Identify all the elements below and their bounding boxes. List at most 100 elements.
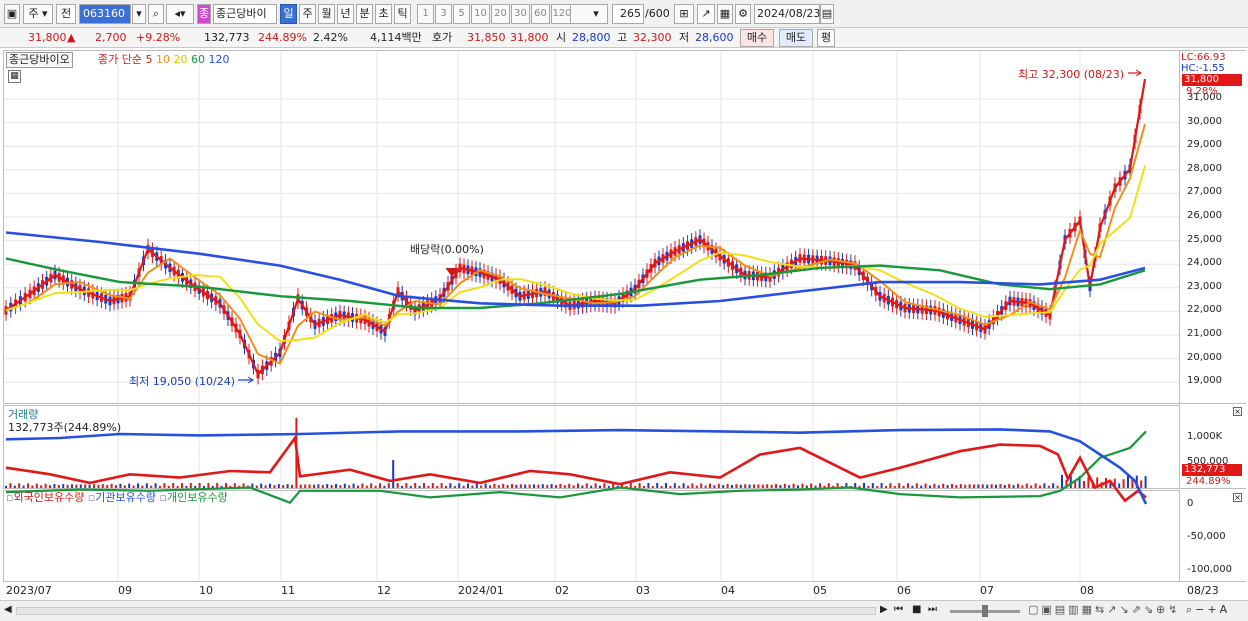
volume-bar — [546, 484, 549, 488]
volume-bar — [269, 483, 271, 488]
zoom-controls-icons[interactable]: ⌕−+A — [1186, 603, 1230, 617]
volume-bar — [638, 483, 641, 488]
volume-bar — [13, 485, 16, 488]
volume-bar — [537, 484, 540, 488]
volume-bar — [555, 485, 557, 488]
volume-bar — [31, 485, 34, 488]
volume-bar — [753, 484, 755, 488]
volume-bar — [709, 483, 711, 488]
scroll-right-icon[interactable]: ▶ — [880, 604, 888, 615]
volume-bar — [748, 484, 751, 488]
volume-bar — [194, 485, 197, 488]
volume-bar — [990, 484, 993, 488]
ma20-line — [5, 165, 1146, 343]
volume-bar — [308, 484, 311, 488]
volume-bar — [383, 485, 386, 488]
volume-bar — [339, 485, 342, 488]
volume-bar — [387, 483, 390, 488]
volume-bar — [717, 483, 720, 488]
volume-bar — [647, 483, 650, 488]
volume-bar — [665, 483, 667, 488]
x-axis-label: 11 — [281, 584, 295, 597]
volume-bar — [581, 485, 584, 488]
volume-bar — [163, 483, 166, 488]
volume-bar — [893, 485, 896, 488]
chart-tools-icons[interactable]: ▢▣▤▥▦⇆↗↘⇗⇘⊕↯ — [1028, 603, 1180, 616]
volume-bar — [607, 485, 610, 488]
volume-bar — [911, 485, 914, 488]
rewind-icon[interactable]: ⏮ — [894, 604, 903, 615]
x-axis-label: 2023/07 — [6, 584, 52, 597]
horizontal-scrollbar[interactable] — [16, 607, 876, 615]
volume-bar — [132, 485, 135, 488]
x-axis-label: 08 — [1080, 584, 1094, 597]
volume-tick-1: 1,000K — [1187, 431, 1223, 442]
forward-icon[interactable]: ⏭ — [928, 604, 937, 615]
holding-close-icon[interactable]: × — [1233, 493, 1242, 502]
volume-bar — [515, 484, 518, 488]
volume-bar — [704, 485, 707, 488]
x-axis-label: 2024/01 — [458, 584, 504, 597]
series-marker-icon: ▫ — [159, 491, 167, 504]
volume-close-icon[interactable]: × — [1233, 407, 1242, 416]
volume-bar — [590, 485, 593, 488]
volume-bar — [863, 483, 865, 488]
volume-bar — [154, 483, 157, 488]
x-axis-label: 05 — [813, 584, 827, 597]
volume-bar — [97, 484, 100, 488]
volume-bar — [348, 485, 351, 488]
volume-bar — [889, 483, 892, 488]
price-tick: 28,000 — [1187, 162, 1222, 174]
stock-name-tag[interactable]: 종근당바이오 — [6, 52, 73, 68]
zoom-slider-handle[interactable] — [982, 605, 988, 617]
volume-bar — [431, 483, 434, 488]
volume-bar — [814, 485, 817, 488]
volume-bar — [819, 483, 821, 488]
volume-bar — [669, 485, 672, 488]
price-tick: 31,000 — [1187, 92, 1222, 103]
volume-bar — [942, 483, 945, 488]
volume-bar — [1043, 483, 1046, 488]
volume-bar — [49, 485, 51, 488]
volume-last-tag: 132,773 — [1182, 464, 1242, 476]
volume-bar — [770, 484, 773, 488]
volume-bar — [216, 483, 219, 488]
volume-bar — [563, 485, 566, 488]
volume-bar — [761, 484, 764, 488]
volume-bar — [805, 485, 808, 488]
volume-bar — [79, 484, 82, 488]
volume-bar — [480, 485, 483, 488]
volume-bar — [414, 483, 417, 488]
x-axis-label: 03 — [636, 584, 650, 597]
volume-bar — [53, 483, 56, 488]
price-tick: 21,000 — [1187, 328, 1222, 339]
volume-bar — [176, 485, 179, 488]
ma-legend-prefix: 종가 단순 — [98, 53, 142, 66]
volume-bar — [511, 484, 513, 488]
volume-bar — [1034, 483, 1037, 488]
volume-bar — [18, 483, 21, 488]
volume-bar — [123, 485, 126, 488]
volume-bar — [57, 484, 60, 488]
stop-icon[interactable]: ■ — [912, 604, 921, 615]
volume-bar — [898, 483, 901, 488]
volume-bar — [40, 485, 43, 488]
last-price-tag: 31,800 — [1182, 74, 1242, 86]
grid-toggle-icon[interactable]: ▦ — [8, 70, 21, 83]
x-axis-label: 04 — [721, 584, 735, 597]
volume-bar — [405, 483, 408, 488]
volume-bar — [75, 484, 78, 488]
x-axis-label: 06 — [897, 584, 911, 597]
volume-bar — [1017, 483, 1019, 488]
holding-tick-1: 0 — [1187, 498, 1194, 509]
volume-bar — [440, 483, 443, 488]
price-tick: 29,000 — [1187, 139, 1222, 151]
scroll-left-icon[interactable]: ◀ — [4, 604, 12, 615]
volume-bar — [418, 485, 421, 488]
volume-bar — [326, 484, 329, 488]
volume-bar — [374, 485, 377, 488]
volume-bar — [1118, 483, 1121, 488]
volume-bar — [145, 483, 148, 488]
price-tick: 23,000 — [1187, 280, 1222, 292]
volume-bar — [594, 483, 597, 488]
